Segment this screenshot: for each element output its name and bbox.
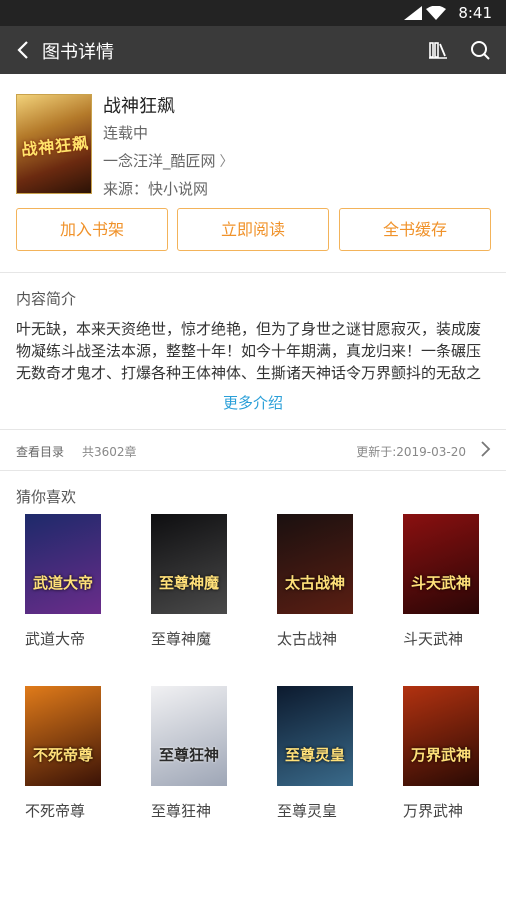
- recommend-cover: 武道大帝: [25, 514, 101, 614]
- recommend-cover: 不死帝尊: [25, 686, 101, 786]
- summary-heading: 内容简介: [16, 290, 77, 308]
- back-icon[interactable]: [12, 38, 36, 62]
- recommend-title: 太古战神: [277, 630, 338, 648]
- recommend-cover-title: 武道大帝: [32, 574, 93, 592]
- toc-row[interactable]: 查看目录 共3602章 更新于:2019-03-20: [0, 431, 506, 469]
- recommend-cover: 太古战神: [277, 514, 353, 614]
- recommend-title: 万界武神: [403, 802, 464, 820]
- recommend-cover-title: 万界武神: [410, 746, 471, 764]
- recommend-cover-title: 不死帝尊: [32, 746, 93, 764]
- recommend-cover-title: 至尊神魔: [158, 574, 219, 592]
- book-cover: 战神狂飙: [16, 94, 92, 194]
- book-cover-title: 战神狂飙: [20, 133, 90, 160]
- recommend-title: 至尊神魔: [151, 630, 212, 648]
- recommend-heading: 猜你喜欢: [16, 488, 77, 506]
- chevron-right-icon: [481, 441, 491, 457]
- recommend-cover-title: 至尊灵皇: [284, 746, 345, 764]
- add-to-shelf-button[interactable]: 加入书架: [16, 208, 168, 251]
- search-icon[interactable]: [468, 38, 492, 62]
- book-author-link[interactable]: 一念汪洋_酷匠网〉: [103, 150, 234, 171]
- more-intro-link[interactable]: 更多介绍: [0, 392, 506, 413]
- recommend-cover: 斗天武神: [403, 514, 479, 614]
- book-author: 一念汪洋_酷匠网: [103, 152, 216, 170]
- recommend-cover-title: 斗天武神: [410, 574, 471, 592]
- book-source: 来源：快小说网: [103, 180, 209, 198]
- recommend-title: 至尊灵皇: [277, 802, 338, 820]
- signal-icon: [404, 6, 422, 20]
- recommend-cover: 至尊灵皇: [277, 686, 353, 786]
- status-time: 8:41: [458, 4, 492, 22]
- divider: [0, 272, 506, 273]
- recommend-title: 不死帝尊: [25, 802, 86, 820]
- action-buttons: 加入书架 立即阅读 全书缓存: [0, 208, 506, 252]
- recommend-cover: 至尊狂神: [151, 686, 227, 786]
- summary-text: 叶无缺，本来天资绝世，惊才绝艳，但为了身世之谜甘愿寂灭，装成废物凝练斗战圣法本源…: [16, 320, 482, 382]
- book-header: 战神狂飙 战神狂飙 连载中 一念汪洋_酷匠网〉 来源：快小说网: [0, 88, 506, 200]
- recommend-title: 武道大帝: [25, 630, 86, 648]
- page-title: 图书详情: [42, 42, 114, 63]
- chevron-right-icon: 〉: [219, 154, 234, 170]
- book-title: 战神狂飙: [103, 96, 175, 117]
- read-now-button[interactable]: 立即阅读: [177, 208, 329, 251]
- recommend-title: 至尊狂神: [151, 802, 212, 820]
- chapter-count: 共3602章: [82, 445, 137, 459]
- toc-label: 查看目录: [16, 445, 65, 459]
- recommend-cover-title: 至尊狂神: [158, 746, 219, 764]
- cache-all-button[interactable]: 全书缓存: [339, 208, 491, 251]
- divider: [0, 470, 506, 471]
- wifi-icon: [426, 6, 446, 20]
- recommend-title: 斗天武神: [403, 630, 464, 648]
- recommend-cover-title: 太古战神: [284, 574, 345, 592]
- status-bar: 8:41: [0, 0, 506, 26]
- app-bar: 图书详情: [0, 26, 506, 74]
- recommend-cover: 万界武神: [403, 686, 479, 786]
- update-date: 更新于:2019-03-20: [356, 445, 466, 459]
- bookshelf-icon[interactable]: [426, 38, 450, 62]
- recommend-cover: 至尊神魔: [151, 514, 227, 614]
- book-status: 连载中: [103, 124, 149, 142]
- divider: [0, 429, 506, 430]
